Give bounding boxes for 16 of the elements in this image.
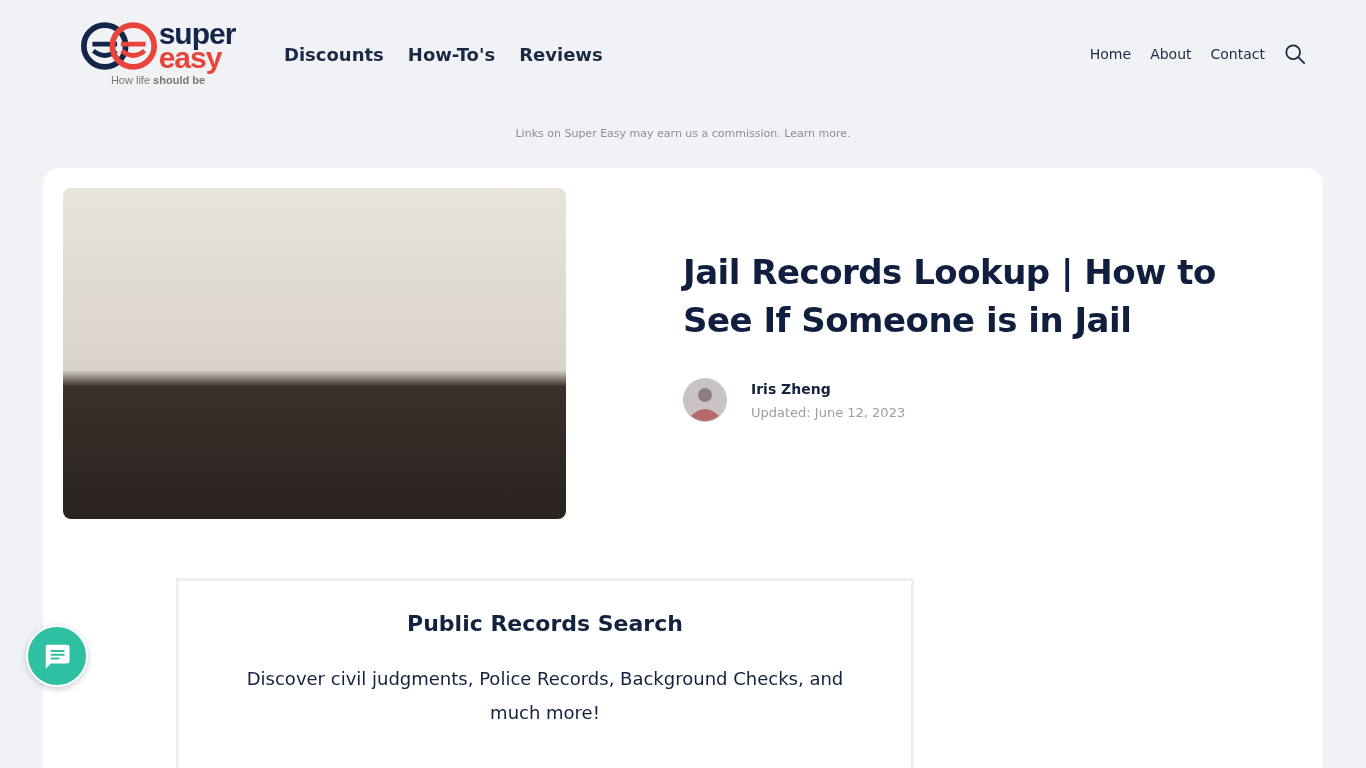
nav-link[interactable]: About [1150, 46, 1192, 62]
logo-mark-icon [80, 22, 157, 70]
updated-date: Updated: June 12, 2023 [751, 404, 906, 420]
nav-link[interactable]: Contact [1210, 46, 1265, 62]
nav-link[interactable]: Home [1089, 46, 1132, 62]
panel-description: Discover civil judgments, Police Records, Background Checks, and much more! [245, 667, 845, 725]
panel-title: Public Records Search [406, 611, 684, 636]
author-name[interactable]: Iris Zheng [751, 380, 906, 397]
logo-tagline: How life should be [110, 74, 206, 86]
nav-link[interactable]: Discounts [284, 43, 384, 65]
avatar-icon [683, 378, 727, 422]
article-title: Jail Records Lookup | How to See If Someone is in Jail [683, 251, 1217, 342]
nav-link[interactable]: Reviews [519, 43, 603, 65]
nav-link[interactable]: How-To's [407, 43, 496, 65]
search-icon[interactable] [1284, 43, 1306, 65]
disclaimer-text: Links on Super Easy may earn us a commission. Learn more. [514, 127, 852, 140]
